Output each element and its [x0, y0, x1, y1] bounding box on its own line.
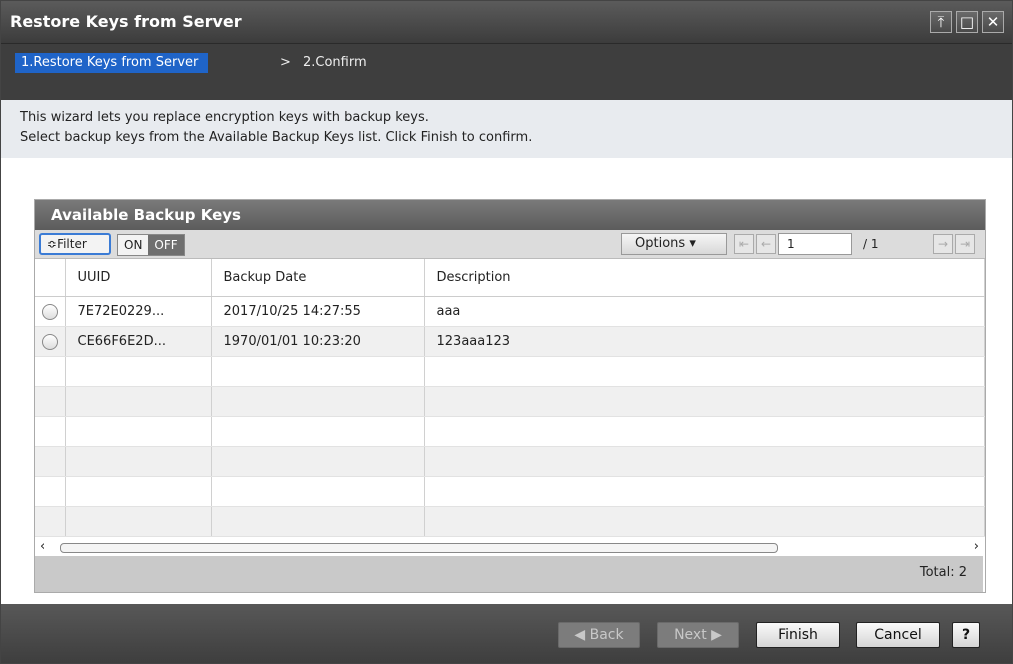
prev-page-icon[interactable]: ← — [756, 234, 776, 254]
radio-button[interactable] — [41, 303, 58, 320]
cell-uuid: CE66F6E2D... — [65, 326, 212, 357]
next-button[interactable]: Next ▶ — [657, 622, 739, 648]
toggle-off[interactable]: OFF — [148, 235, 184, 255]
scroll-left-icon[interactable]: ‹ — [40, 539, 45, 554]
row-select[interactable] — [35, 296, 66, 327]
step-next: 2.Confirm — [303, 55, 367, 70]
row-select[interactable] — [35, 326, 66, 357]
empty-row — [35, 506, 985, 537]
restore-keys-dialog: Restore Keys from Server ⤒ □ ✕ 1.Restore… — [0, 0, 1013, 664]
intro-text: This wizard lets you replace encryption … — [1, 100, 1012, 158]
filter-toggle[interactable]: ON OFF — [117, 234, 185, 256]
empty-row — [35, 386, 985, 417]
radio-button[interactable] — [41, 333, 58, 350]
title-bar: Restore Keys from Server ⤒ □ ✕ — [1, 1, 1012, 44]
cell-uuid: 7E72E0229... — [65, 296, 212, 327]
filter-label: Filter — [57, 237, 87, 251]
page-total: / 1 — [863, 237, 879, 251]
column-header-backup-date[interactable]: Backup Date — [211, 259, 425, 297]
empty-row — [35, 416, 985, 447]
options-label: Options — [635, 236, 686, 251]
select-column-header — [35, 259, 66, 297]
cell-description: aaa — [424, 296, 985, 327]
back-button[interactable]: ◀ Back — [558, 622, 640, 648]
maximize-icon[interactable]: □ — [956, 11, 978, 33]
column-header-uuid[interactable]: UUID — [65, 259, 212, 297]
options-button[interactable]: Options ▾ — [621, 233, 727, 255]
scroll-right-icon[interactable]: › — [974, 539, 979, 554]
chevron-up-icon: ≎ — [47, 237, 58, 251]
button-bar: ◀ Back Next ▶ Finish Cancel ? — [1, 604, 1012, 663]
dialog-title: Restore Keys from Server — [10, 12, 242, 31]
total-count: Total: 2 — [919, 565, 967, 580]
cell-backup-date: 2017/10/25 14:27:55 — [211, 296, 425, 327]
cell-backup-date: 1970/01/01 10:23:20 — [211, 326, 425, 357]
toggle-on[interactable]: ON — [118, 235, 149, 255]
empty-row — [35, 356, 985, 387]
step-current: 1.Restore Keys from Server — [15, 53, 209, 73]
finish-button[interactable]: Finish — [756, 622, 840, 648]
cell-description: 123aaa123 — [424, 326, 985, 357]
close-icon[interactable]: ✕ — [982, 11, 1004, 33]
help-button[interactable]: ? — [952, 622, 980, 648]
step-separator: > — [280, 55, 291, 70]
table-footer: Total: 2 — [35, 556, 983, 592]
empty-row — [35, 446, 985, 477]
table-row[interactable]: 7E72E0229... 2017/10/25 14:27:55 aaa — [35, 296, 985, 327]
window-controls: ⤒ □ ✕ — [930, 11, 1004, 33]
column-header-description[interactable]: Description — [424, 259, 985, 297]
next-page-icon[interactable]: → — [933, 234, 953, 254]
pin-icon[interactable]: ⤒ — [930, 11, 952, 33]
wizard-steps: 1.Restore Keys from Server > 2.Confirm — [1, 44, 1012, 100]
table-toolbar: ≎Filter ON OFF Options ▾ ⇤ ← 1 / 1 → ⇥ — [35, 230, 985, 259]
scrollbar-thumb[interactable] — [60, 543, 778, 553]
chevron-down-icon: ▾ — [689, 236, 696, 251]
intro-line-1: This wizard lets you replace encryption … — [20, 110, 429, 125]
filter-button[interactable]: ≎Filter — [39, 233, 111, 255]
backup-keys-panel: Available Backup Keys ≎Filter ON OFF Opt… — [34, 199, 986, 593]
intro-line-2: Select backup keys from the Available Ba… — [20, 130, 533, 145]
page-input[interactable]: 1 — [778, 233, 852, 255]
cancel-button[interactable]: Cancel — [856, 622, 940, 648]
empty-row — [35, 476, 985, 507]
table-row[interactable]: CE66F6E2D... 1970/01/01 10:23:20 123aaa1… — [35, 326, 985, 357]
panel-title: Available Backup Keys — [35, 200, 985, 230]
first-page-icon[interactable]: ⇤ — [734, 234, 754, 254]
backup-keys-table: UUID Backup Date Description 7E72E0229..… — [35, 259, 985, 537]
table-header: UUID Backup Date Description — [35, 259, 985, 297]
last-page-icon[interactable]: ⇥ — [955, 234, 975, 254]
